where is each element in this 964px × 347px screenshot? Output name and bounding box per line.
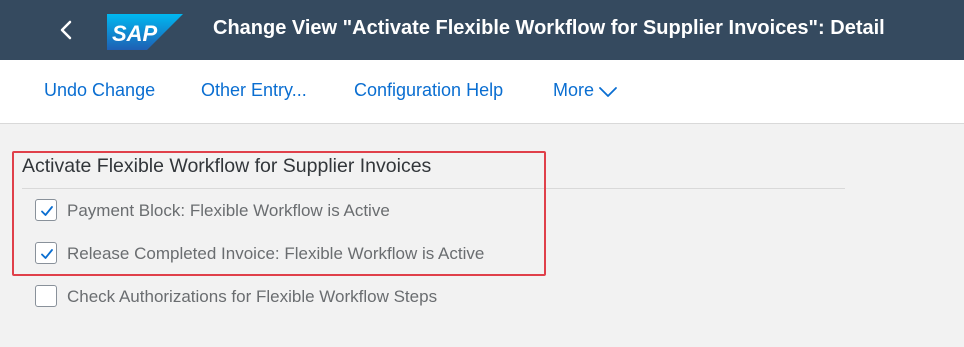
chevron-down-icon[interactable] [598,86,618,98]
svg-text:SAP: SAP [112,21,158,46]
highlight-box [12,151,546,276]
chevron-left-icon [60,20,72,40]
undo-change-button[interactable]: Undo Change [44,80,155,101]
back-button[interactable] [52,15,82,45]
more-button[interactable]: More [553,80,594,101]
check-authorizations-label: Check Authorizations for Flexible Workfl… [67,287,438,306]
check-authorizations-checkbox[interactable] [35,285,57,307]
configuration-help-button[interactable]: Configuration Help [354,80,503,101]
toolbar: Undo Change Other Entry... Configuration… [0,60,964,124]
page-title: Change View "Activate Flexible Workflow … [213,17,885,39]
shell-bar: SAP Change View "Activate Flexible Workf… [0,0,964,60]
sap-logo[interactable]: SAP [107,14,183,50]
other-entry-button[interactable]: Other Entry... [201,80,307,101]
